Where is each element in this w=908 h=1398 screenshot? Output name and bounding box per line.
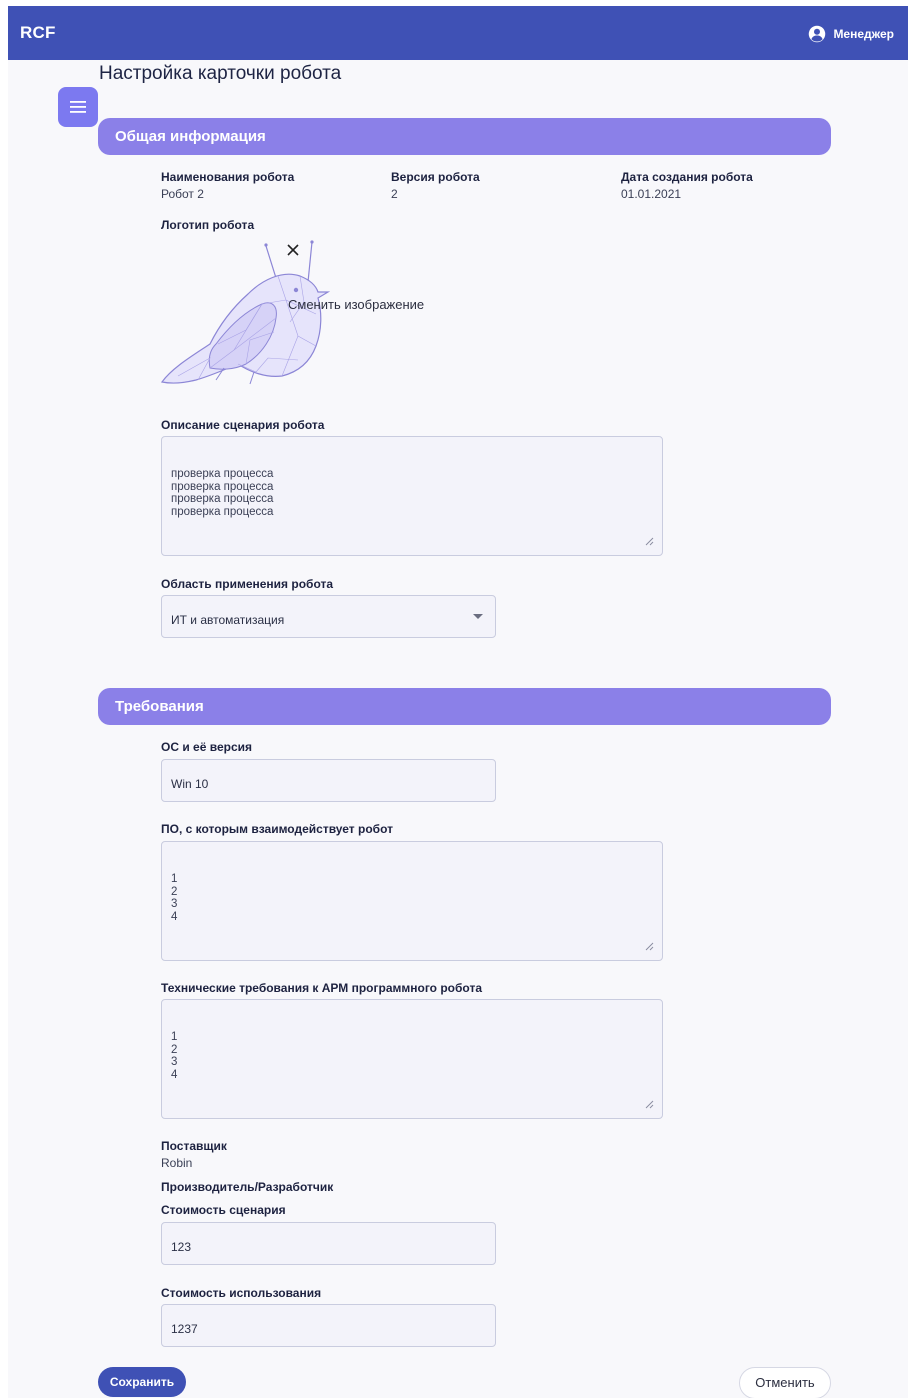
description-textarea[interactable]: проверка процесса проверка процесса пров…: [161, 436, 663, 556]
application-area-label: Область применения робота: [161, 577, 334, 591]
save-button[interactable]: Сохранить: [98, 1367, 186, 1397]
robot-date-value: 01.01.2021: [621, 187, 682, 201]
account-circle-icon: [809, 25, 826, 43]
robot-name-value: Робот 2: [161, 187, 204, 201]
application-area-value: ИТ и автоматизация: [171, 613, 285, 627]
software-text: 1 2 3 4: [171, 872, 178, 924]
page-title: Настройка карточки робота: [99, 63, 342, 84]
tech-requirements-label: Технические требования к АРМ программног…: [161, 981, 482, 995]
description-label: Описание сценария робота: [161, 418, 325, 432]
os-label: ОС и её версия: [161, 740, 253, 754]
remove-logo-button[interactable]: [285, 242, 301, 263]
description-text: проверка процесса проверка процесса пров…: [171, 467, 274, 519]
change-image-link[interactable]: Сменить изображение: [288, 297, 424, 312]
resize-handle-icon[interactable]: [645, 942, 654, 951]
user-menu[interactable]: Менеджер: [808, 25, 894, 43]
cancel-button[interactable]: Отменить: [739, 1367, 831, 1398]
robot-name-label: Наименования робота: [161, 170, 295, 184]
caret-down-icon: [473, 614, 483, 619]
supplier-value: Robin: [161, 1156, 193, 1170]
resize-handle-icon[interactable]: [645, 537, 654, 546]
robot-version-label: Версия робота: [391, 170, 480, 184]
usage-cost-value: 1237: [171, 1322, 198, 1336]
supplier-label: Поставщик: [161, 1139, 227, 1153]
application-area-select[interactable]: ИТ и автоматизация: [161, 595, 496, 638]
os-field[interactable]: Win 10: [161, 759, 496, 802]
scenario-cost-field[interactable]: 123: [161, 1222, 496, 1265]
sidebar-toggle-button[interactable]: [58, 87, 98, 127]
robot-logo-image[interactable]: [158, 240, 340, 390]
close-icon: [287, 244, 299, 256]
section-requirements-header[interactable]: Требования: [98, 688, 831, 725]
brand-logo[interactable]: RCF: [20, 23, 56, 43]
robot-date-label: Дата создания робота: [621, 170, 753, 184]
top-app-bar: RCF Менеджер: [8, 6, 908, 60]
tech-requirements-textarea[interactable]: 1 2 3 4: [161, 999, 663, 1119]
usage-cost-label: Стоимость использования: [161, 1286, 322, 1300]
usage-cost-field[interactable]: 1237: [161, 1304, 496, 1347]
bird-robot-logo: [160, 240, 331, 385]
software-textarea[interactable]: 1 2 3 4: [161, 841, 663, 961]
manufacturer-label: Производитель/Разработчик: [161, 1180, 334, 1194]
user-name: Менеджер: [833, 27, 894, 41]
robot-version-value: 2: [391, 187, 398, 201]
tech-requirements-text: 1 2 3 4: [171, 1030, 178, 1082]
scenario-cost-label: Стоимость сценария: [161, 1203, 286, 1217]
hamburger-menu-icon: [70, 101, 86, 113]
scenario-cost-value: 123: [171, 1240, 192, 1254]
section-general-header[interactable]: Общая информация: [98, 118, 831, 155]
software-label: ПО, с которым взаимодействует робот: [161, 822, 393, 836]
resize-handle-icon[interactable]: [645, 1100, 654, 1109]
robot-logo-label: Логотип робота: [161, 218, 255, 232]
os-value: Win 10: [171, 777, 209, 791]
